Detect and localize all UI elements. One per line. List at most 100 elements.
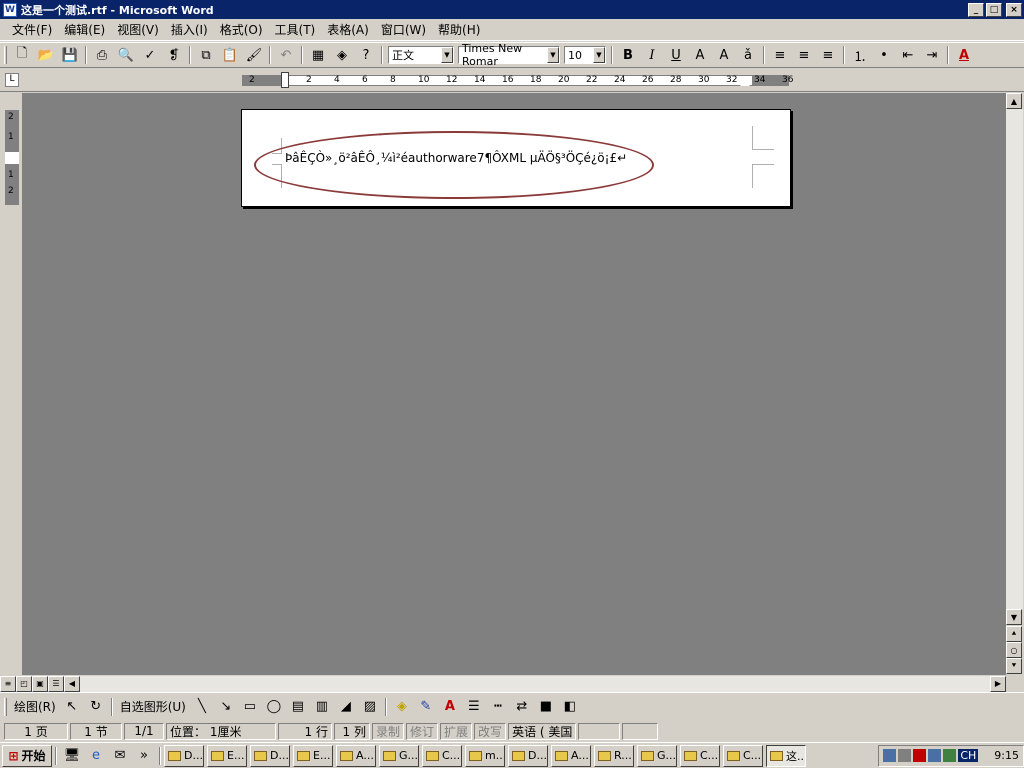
bullets-icon[interactable]: • — [873, 44, 895, 66]
scroll-up-button[interactable]: ▲ — [1006, 93, 1022, 109]
font-select[interactable]: Times New Romar ▼ — [458, 42, 560, 68]
menu-format[interactable]: 格式(O) — [214, 19, 269, 40]
quicklaunch-more-icon[interactable]: » — [133, 745, 155, 767]
browse-object-button[interactable]: ○ — [1006, 642, 1022, 658]
quicklaunch-outlook-icon[interactable]: ✉ — [109, 745, 131, 767]
toolbar-grip[interactable] — [4, 46, 7, 64]
menu-window[interactable]: 窗口(W) — [375, 19, 432, 40]
menu-insert[interactable]: 插入(I) — [165, 19, 214, 40]
horizontal-ruler[interactable]: L 2 2 4 6 8 10 12 14 16 18 20 22 24 26 28 30 32 34 36 — [0, 69, 1024, 92]
taskbar-button[interactable]: E... — [207, 744, 247, 767]
maximize-button[interactable]: □ — [986, 2, 1002, 17]
menu-tools[interactable]: 工具(T) — [269, 19, 322, 40]
undo-icon[interactable]: ↶ — [275, 44, 297, 66]
line-style-icon[interactable]: ☰ — [463, 696, 485, 718]
print-view-icon[interactable]: ▣ — [32, 675, 48, 692]
clipart-icon[interactable]: ▨ — [359, 696, 381, 718]
taskbar-button[interactable]: A... — [551, 744, 591, 767]
normal-view-icon[interactable]: ≡ — [0, 675, 16, 692]
quicklaunch-desktop-icon[interactable]: 🖥 — [61, 745, 83, 767]
scroll-htrack[interactable] — [80, 675, 990, 692]
copy-icon[interactable]: ⧉ — [195, 44, 217, 66]
status-ext[interactable]: 扩展 — [440, 722, 473, 740]
line-color-icon[interactable]: ✎ — [415, 696, 437, 718]
numbering-icon[interactable]: ⒈ — [849, 44, 871, 66]
bold-icon[interactable]: B — [617, 44, 639, 66]
taskbar-button[interactable]: E... — [293, 744, 333, 767]
phonetic-icon[interactable]: ǎ — [737, 44, 759, 66]
document-text[interactable]: ÞâÊÇÒ»¸ö²âÊÔ¸¼ì²éauthorware7¶ÔXML µÄÖ§³Ö… — [285, 151, 627, 165]
web-icon[interactable]: ◈ — [331, 44, 353, 66]
chevron-down-icon[interactable]: ▼ — [593, 47, 605, 63]
menu-table[interactable]: 表格(A) — [321, 19, 375, 40]
rotate-icon[interactable]: ↻ — [85, 696, 107, 718]
vertical-scrollbar[interactable]: ▲ ▼ ⯅ ○ ⯆ — [1006, 93, 1023, 675]
align-left-icon[interactable]: ≡ — [769, 44, 791, 66]
tray-network-icon[interactable] — [883, 749, 897, 762]
status-ovr[interactable]: 改写 — [474, 722, 507, 740]
taskbar-button[interactable]: R... — [594, 744, 634, 767]
taskbar-button[interactable]: C... — [422, 744, 462, 767]
right-indent-marker[interactable] — [740, 79, 750, 86]
shadow-icon[interactable]: ■ — [535, 696, 557, 718]
quicklaunch-ie-icon[interactable]: e — [85, 745, 107, 767]
menu-help[interactable]: 帮助(H) — [432, 19, 486, 40]
research-icon[interactable]: ❡ — [163, 44, 185, 66]
textbox-icon[interactable]: ▤ — [287, 696, 309, 718]
vertical-textbox-icon[interactable]: ▥ — [311, 696, 333, 718]
chevron-down-icon[interactable]: ▼ — [547, 47, 559, 63]
taskbar-button[interactable]: D... — [164, 744, 204, 767]
center-icon[interactable]: ≡ — [793, 44, 815, 66]
paste-icon[interactable]: 📋 — [219, 44, 241, 66]
tray-volume-icon[interactable] — [898, 749, 912, 762]
autoshapes-menu[interactable]: 自选图形(U) — [116, 698, 190, 715]
minimize-button[interactable]: _ — [968, 2, 984, 17]
menu-view[interactable]: 视图(V) — [111, 19, 165, 40]
taskbar-button[interactable]: C... — [723, 744, 763, 767]
scroll-left-button[interactable]: ◀ — [64, 675, 80, 692]
char-shading-icon[interactable]: A — [713, 44, 735, 66]
font-color-icon[interactable]: A — [953, 44, 975, 66]
3d-icon[interactable]: ◧ — [559, 696, 581, 718]
underline-icon[interactable]: U — [665, 44, 687, 66]
indent-marker[interactable] — [281, 72, 289, 88]
arrow-icon[interactable]: ↘ — [215, 696, 237, 718]
web-view-icon[interactable]: ◰ — [16, 675, 32, 692]
status-rec[interactable]: 录制 — [372, 722, 405, 740]
next-page-button[interactable]: ⯆ — [1006, 658, 1022, 674]
fill-color-icon[interactable]: ◈ — [391, 696, 413, 718]
char-border-icon[interactable]: A — [689, 44, 711, 66]
draw-font-color-icon[interactable]: A — [439, 696, 461, 718]
taskbar-button[interactable]: C... — [680, 744, 720, 767]
scroll-right-button[interactable]: ▶ — [990, 675, 1006, 692]
indent-icon[interactable]: ⇥ — [921, 44, 943, 66]
tray-app-icon[interactable] — [928, 749, 942, 762]
help-icon[interactable]: ? — [355, 44, 377, 66]
style-select[interactable]: 正文 ▼ — [388, 46, 454, 64]
line-icon[interactable]: ╲ — [191, 696, 213, 718]
table-icon[interactable]: ▦ — [307, 44, 329, 66]
scroll-track[interactable] — [1006, 109, 1023, 609]
tray-language[interactable]: CH — [958, 749, 979, 762]
toolbar-grip[interactable] — [4, 697, 7, 716]
select-objects-icon[interactable]: ↖ — [61, 696, 83, 718]
tray-security-icon[interactable] — [913, 749, 927, 762]
italic-icon[interactable]: I — [641, 44, 663, 66]
taskbar-button[interactable]: G... — [379, 744, 419, 767]
close-button[interactable]: × — [1006, 2, 1022, 17]
print-icon[interactable]: ⎙ — [91, 44, 113, 66]
open-icon[interactable]: 📂 — [35, 44, 57, 66]
taskbar-button[interactable]: 这... — [766, 744, 806, 767]
vertical-ruler[interactable]: 2 1 1 2 — [5, 110, 19, 205]
outline-view-icon[interactable]: ☰ — [48, 675, 64, 692]
menu-file[interactable]: 文件(F) — [6, 19, 58, 40]
taskbar-button[interactable]: D... — [508, 744, 548, 767]
save-icon[interactable]: 💾 — [59, 44, 81, 66]
size-select[interactable]: 10 ▼ — [564, 46, 606, 64]
rectangle-icon[interactable]: ▭ — [239, 696, 261, 718]
status-trk[interactable]: 修订 — [406, 722, 439, 740]
format-painter-icon[interactable]: 🖌 — [243, 44, 265, 66]
spell-icon[interactable]: ✓ — [139, 44, 161, 66]
preview-icon[interactable]: 🔍 — [115, 44, 137, 66]
horizontal-scrollbar[interactable]: ≡ ◰ ▣ ☰ ◀ ▶ — [0, 675, 1006, 692]
